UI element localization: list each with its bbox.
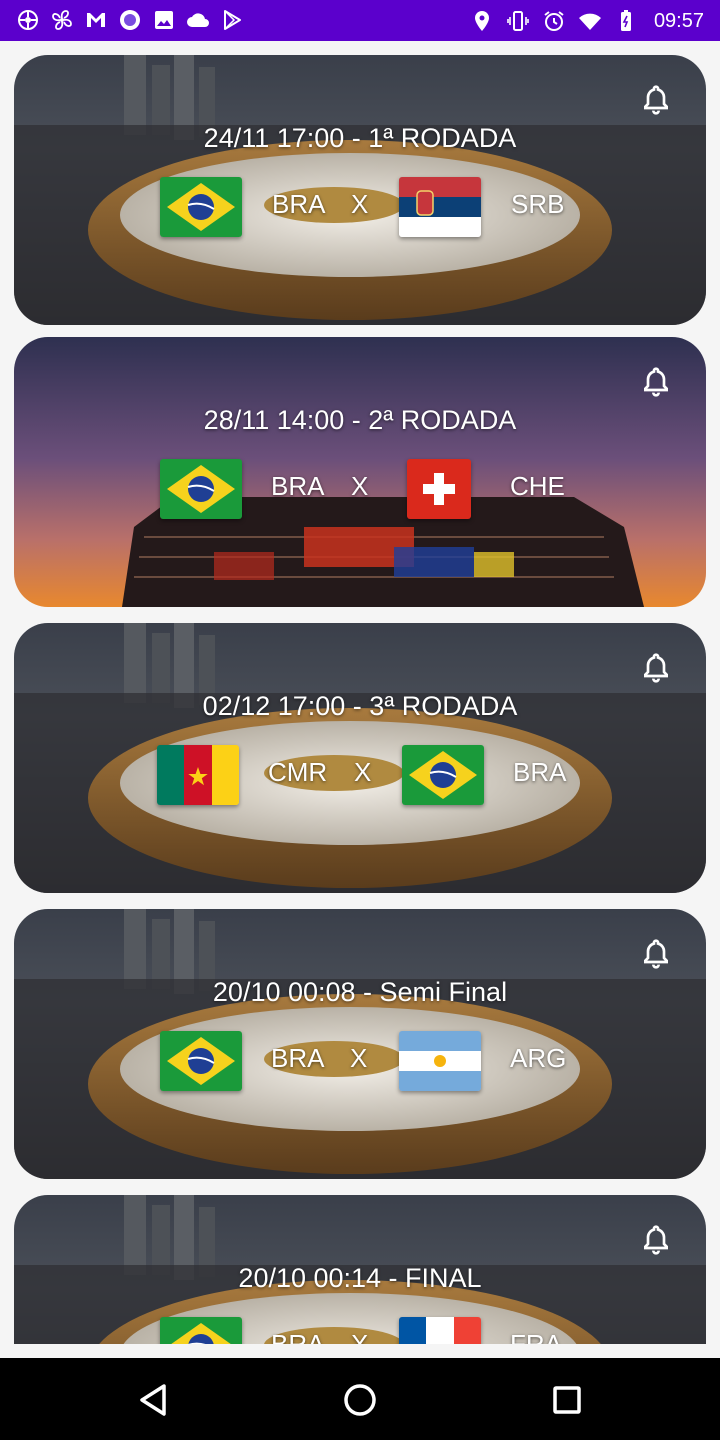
recents-icon[interactable] [545,1378,589,1422]
clock: 09:57 [653,10,704,32]
match-title: 02/12 17:00 - 3ª RODADA [202,691,518,721]
home-team-code: CMR [268,757,328,787]
argentina-flag-icon [399,1031,481,1091]
brazil-flag-icon [160,459,242,519]
brazil-flag-icon [160,177,242,237]
brazil-flag-icon [402,745,484,805]
home-team-code: BRA [272,189,326,219]
notification-icons [16,8,244,32]
battery-icon [620,10,631,31]
home-team-code: BRA [271,1329,325,1344]
bell-icon[interactable] [640,651,672,685]
location-icon [474,11,489,31]
navigation-bar [0,1358,720,1440]
france-flag-icon [399,1317,481,1344]
brazil-flag-icon [160,1317,242,1344]
versus-label: X [354,757,372,787]
away-team-code: CHE [510,471,565,501]
cloud-icon [187,13,209,27]
home-icon[interactable] [338,1378,382,1422]
system-icons: 09:57 [470,8,704,34]
bell-icon[interactable] [640,1223,672,1257]
brazil-flag-icon [160,1031,242,1091]
away-team-code: SRB [511,189,565,219]
wifi-icon [578,13,601,30]
match-title: 20/10 00:08 - Semi Final [212,977,508,1007]
home-team-code: BRA [271,471,325,501]
bell-icon[interactable] [640,937,672,971]
fan-icon [52,10,72,30]
match-card[interactable]: 20/10 00:08 - Semi Final BRA X ARG [14,909,706,1179]
match-title: 20/10 00:14 - FINAL [238,1263,482,1293]
vibrate-icon [507,11,529,31]
versus-label: X [351,1329,369,1344]
play-store-icon [224,10,241,30]
away-team-code: ARG [510,1043,567,1073]
match-card[interactable]: 20/10 00:14 - FINAL BRA X FRA [14,1195,706,1344]
match-card[interactable]: 28/11 14:00 - 2ª RODADA BRA X CHE [14,337,706,607]
home-team-code: BRA [271,1043,325,1073]
bell-icon[interactable] [640,83,672,117]
settings-wheel-icon [18,10,38,30]
gallery-icon [155,11,173,29]
bell-icon[interactable] [640,365,672,399]
versus-label: X [350,1043,368,1073]
versus-label: X [351,471,369,501]
back-icon[interactable] [132,1378,176,1422]
match-title: 24/11 17:00 - 1ª RODADA [203,123,517,153]
alarm-icon [544,11,564,31]
away-team-code: FRA [510,1329,562,1344]
status-bar: 09:57 [0,0,720,41]
gmail-icon [87,13,105,27]
away-team-code: BRA [513,757,567,787]
match-title: 28/11 14:00 - 2ª RODADA [203,405,517,435]
match-card[interactable]: 02/12 17:00 - 3ª RODADA CMR X BRA [14,623,706,893]
versus-label: X [351,189,369,219]
matches-list[interactable]: 24/11 17:00 - 1ª RODADA BRA X SRB 28/11 … [0,41,720,1344]
circle-app-icon [120,10,140,30]
serbia-flag-icon [399,177,481,237]
match-card[interactable]: 24/11 17:00 - 1ª RODADA BRA X SRB [14,55,706,325]
cameroon-flag-icon [157,745,239,805]
switzerland-flag-icon [407,459,471,519]
